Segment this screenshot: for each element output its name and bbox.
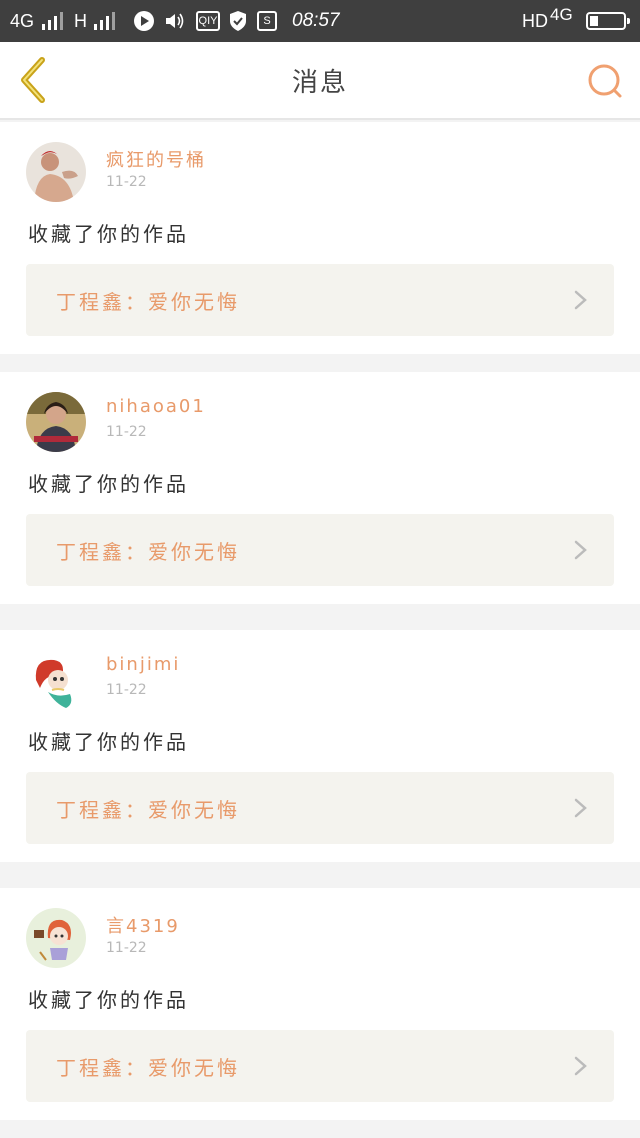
hd-label: HD <box>522 11 548 31</box>
header: 消息 <box>0 42 640 120</box>
username[interactable]: 疯狂的号桶 <box>106 146 206 172</box>
network-4g-right-label: 4G <box>550 5 573 24</box>
username[interactable]: binjimi <box>106 654 180 675</box>
page-title: 消息 <box>291 68 348 98</box>
chevron-right-icon <box>574 290 587 310</box>
work-link[interactable]: 丁程鑫：爱你无悔 <box>26 264 614 336</box>
play-icon <box>134 11 154 31</box>
message-item: binjimi 11-22 收藏了你的作品 丁程鑫：爱你无悔 <box>0 630 640 862</box>
clock: 08:57 <box>292 10 340 31</box>
message-date: 11-22 <box>106 940 147 956</box>
work-title: 丁程鑫：爱你无悔 <box>56 798 240 822</box>
message-item: nihaoa01 11-22 收藏了你的作品 丁程鑫：爱你无悔 <box>0 372 640 604</box>
signal-icon <box>42 12 64 30</box>
message-date: 11-22 <box>106 424 147 440</box>
work-link[interactable]: 丁程鑫：爱你无悔 <box>26 514 614 586</box>
work-link[interactable]: 丁程鑫：爱你无悔 <box>26 772 614 844</box>
battery-icon <box>586 12 630 30</box>
avatar-boy-photo-icon[interactable] <box>26 142 86 202</box>
message-item: 疯狂的号桶 11-22 收藏了你的作品 丁程鑫：爱你无悔 <box>0 122 640 354</box>
volume-icon <box>164 11 186 31</box>
message-date: 11-22 <box>106 174 147 190</box>
network-h-label: H <box>74 11 87 31</box>
avatar-girl-photo-icon[interactable] <box>26 392 86 452</box>
action-text: 收藏了你的作品 <box>28 222 189 246</box>
work-title: 丁程鑫：爱你无悔 <box>56 540 240 564</box>
action-text: 收藏了你的作品 <box>28 730 189 754</box>
action-text: 收藏了你的作品 <box>28 472 189 496</box>
network-4g-label: 4G <box>10 11 35 31</box>
message-item: 言4319 11-22 收藏了你的作品 丁程鑫：爱你无悔 <box>0 888 640 1120</box>
work-link[interactable]: 丁程鑫：爱你无悔 <box>26 1030 614 1102</box>
search-button[interactable] <box>584 60 628 104</box>
chevron-right-icon <box>574 540 587 560</box>
message-date: 11-22 <box>106 682 147 698</box>
chevron-right-icon <box>574 1056 587 1076</box>
signal-icon-2 <box>94 12 116 30</box>
qiyi-icon: QIY <box>196 11 220 31</box>
work-title: 丁程鑫：爱你无悔 <box>56 290 240 314</box>
avatar-mermaid-cartoon-icon[interactable] <box>26 650 86 710</box>
username[interactable]: 言4319 <box>106 912 180 938</box>
work-title: 丁程鑫：爱你无悔 <box>56 1056 240 1080</box>
username[interactable]: nihaoa01 <box>106 396 206 417</box>
shield-icon <box>229 10 247 32</box>
chevron-right-icon <box>574 798 587 818</box>
action-text: 收藏了你的作品 <box>28 988 189 1012</box>
status-bar: 4G H QIY S 08:57 HD 4G <box>0 0 640 42</box>
search-icon <box>588 64 622 98</box>
avatar-girl-cartoon-icon[interactable] <box>26 908 86 968</box>
s-app-icon: S <box>257 11 277 31</box>
